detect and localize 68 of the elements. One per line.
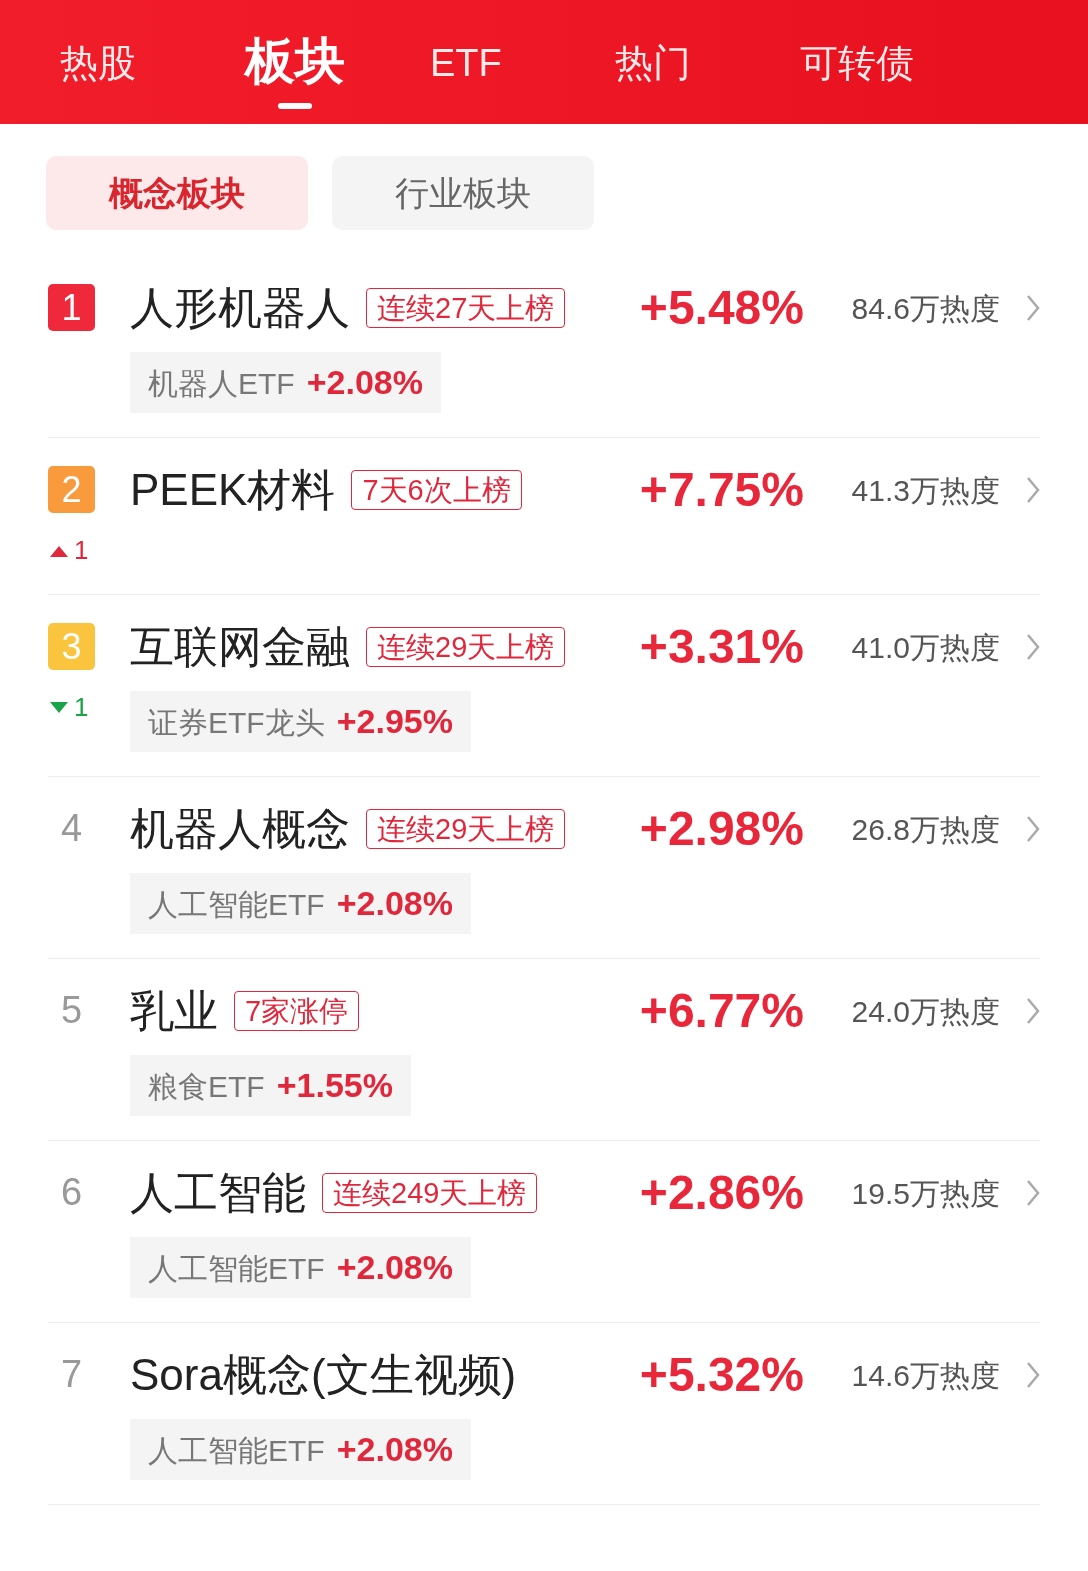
change-percent: +2.86%	[638, 1169, 804, 1217]
etf-name: 人工智能ETF	[148, 1251, 325, 1287]
heat-value: 41.0万热度	[850, 629, 1000, 666]
etf-chip[interactable]: 人工智能ETF +2.08%	[130, 873, 471, 934]
tab[interactable]: 可转债	[800, 40, 914, 88]
rank-badge: 1	[48, 284, 95, 331]
tab[interactable]: ETF	[430, 40, 502, 88]
tab[interactable]: 热股	[60, 40, 136, 88]
etf-change: +2.95%	[336, 701, 453, 742]
sector-name: 互联网金融	[130, 625, 350, 669]
streak-tag: 7天6次上榜	[351, 469, 522, 511]
tab[interactable]: 板块	[245, 30, 345, 109]
rank-number: 4	[59, 806, 84, 851]
rank-badge: 2	[48, 466, 95, 513]
change-percent: +5.48%	[638, 284, 804, 332]
sector-name: 人形机器人	[130, 286, 350, 330]
streak-tag: 连续29天上榜	[366, 626, 566, 668]
sector-name: Sora概念(文生视频)	[130, 1353, 517, 1397]
rank-badge: 3	[48, 623, 95, 670]
chevron-right-icon[interactable]	[1026, 997, 1040, 1025]
sector-name: PEEK材料	[130, 468, 336, 512]
heat-value: 84.6万热度	[850, 290, 1000, 327]
heat-value: 41.3万热度	[850, 472, 1000, 509]
sector-name: 机器人概念	[130, 807, 350, 851]
etf-change: +2.08%	[306, 362, 423, 403]
etf-change: +2.08%	[336, 883, 453, 924]
rank-number: 7	[59, 1352, 84, 1397]
streak-tag: 连续249天上榜	[322, 1172, 538, 1214]
etf-name: 粮食ETF	[148, 1069, 265, 1105]
rank-change: 1	[74, 691, 89, 724]
chevron-right-icon[interactable]	[1026, 633, 1040, 661]
rank-change: 1	[74, 534, 89, 567]
heat-value: 19.5万热度	[850, 1175, 1000, 1212]
heat-value: 26.8万热度	[850, 811, 1000, 848]
chevron-right-icon[interactable]	[1026, 476, 1040, 504]
chevron-right-icon[interactable]	[1026, 1361, 1040, 1389]
etf-chip[interactable]: 人工智能ETF +2.08%	[130, 1237, 471, 1298]
chevron-right-icon[interactable]	[1026, 1179, 1040, 1207]
etf-chip[interactable]: 粮食ETF +1.55%	[130, 1055, 411, 1116]
etf-name: 机器人ETF	[148, 366, 295, 402]
etf-chip[interactable]: 人工智能ETF +2.08%	[130, 1419, 471, 1480]
etf-change: +1.55%	[276, 1065, 393, 1106]
streak-tag: 7家涨停	[234, 990, 360, 1032]
segment-tab[interactable]: 行业板块	[332, 156, 594, 230]
rank-number: 5	[59, 988, 84, 1033]
tab[interactable]: 热门	[615, 40, 691, 88]
rank-number: 6	[59, 1170, 84, 1215]
chevron-right-icon[interactable]	[1026, 294, 1040, 322]
etf-chip[interactable]: 机器人ETF +2.08%	[130, 352, 441, 413]
heat-value: 24.0万热度	[850, 993, 1000, 1030]
etf-name: 人工智能ETF	[148, 887, 325, 923]
change-percent: +7.75%	[638, 466, 804, 514]
etf-change: +2.08%	[336, 1247, 453, 1288]
change-percent: +2.98%	[638, 805, 804, 853]
sector-name: 人工智能	[130, 1171, 306, 1215]
sector-name: 乳业	[130, 989, 218, 1033]
etf-name: 人工智能ETF	[148, 1433, 325, 1469]
heat-value: 14.6万热度	[850, 1357, 1000, 1394]
etf-chip[interactable]: 证券ETF龙头 +2.95%	[130, 691, 471, 752]
streak-tag: 连续27天上榜	[366, 287, 566, 329]
change-percent: +6.77%	[638, 987, 804, 1035]
streak-tag: 连续29天上榜	[366, 808, 566, 850]
etf-name: 证券ETF龙头	[148, 705, 325, 741]
segment-tab[interactable]: 概念板块	[46, 156, 308, 230]
chevron-right-icon[interactable]	[1026, 815, 1040, 843]
change-percent: +3.31%	[638, 623, 804, 671]
etf-change: +2.08%	[336, 1429, 453, 1470]
change-percent: +5.32%	[638, 1351, 804, 1399]
